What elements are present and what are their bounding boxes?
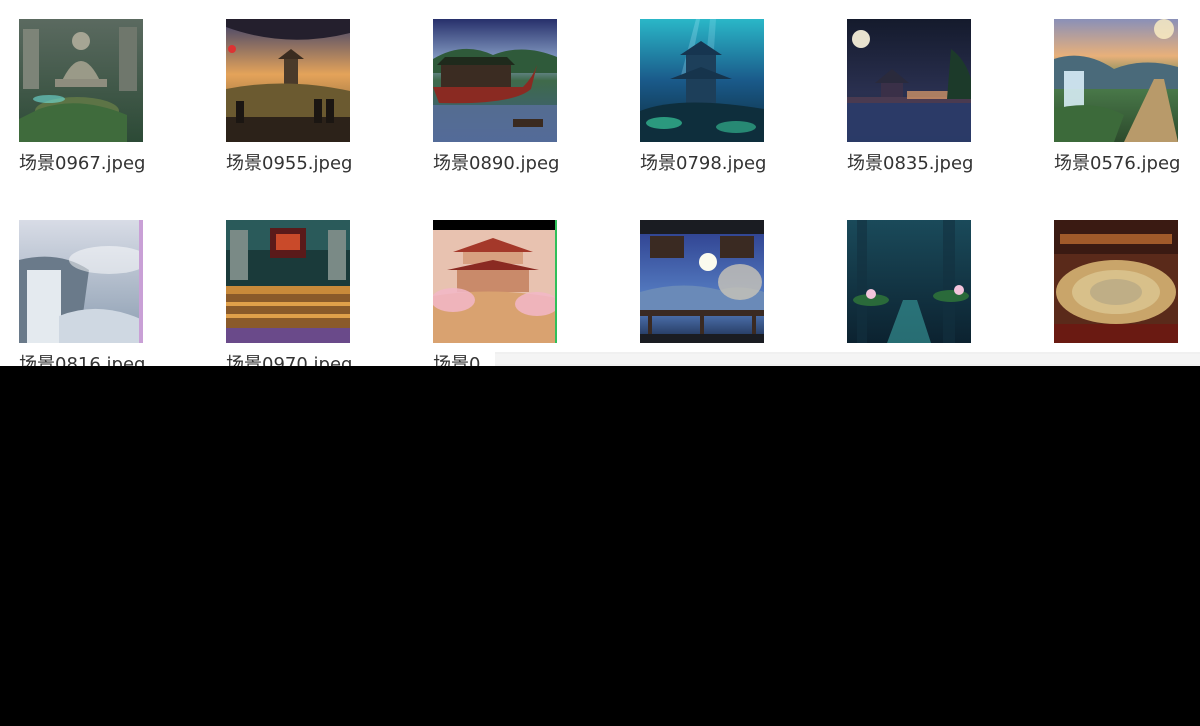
dragon-boat-thumbnail[interactable]	[433, 19, 557, 142]
file-name-label[interactable]: 场景0798.jpeg	[640, 153, 766, 175]
file-name-label[interactable]: 场景0955.jpeg	[226, 153, 352, 175]
buddha-statue-thumbnail[interactable]	[19, 19, 143, 142]
file-name-label[interactable]: 场景0816.jpeg	[19, 354, 145, 366]
circular-arena-icon	[1054, 220, 1178, 343]
dragon-boat-icon	[433, 19, 557, 142]
night-pavilion-thumbnail[interactable]	[847, 19, 971, 142]
file-name-label[interactable]: 场景0835.jpeg	[847, 153, 973, 175]
scrollbar-thumb[interactable]	[495, 354, 1200, 364]
blank-region	[0, 366, 1200, 726]
file-item[interactable]: 场景0798.jpeg	[621, 0, 781, 174]
file-item[interactable]: 场景0955.jpeg	[207, 0, 367, 174]
throne-hall-thumbnail[interactable]	[226, 220, 350, 343]
moon-balcony-icon	[640, 220, 764, 343]
misty-waterfall-thumbnail[interactable]	[19, 220, 143, 343]
file-item[interactable]: 场景0835.jpeg	[828, 0, 988, 174]
file-item[interactable]: 场景0…	[414, 201, 574, 366]
pink-pagoda-thumbnail[interactable]	[433, 220, 557, 343]
file-item[interactable]	[828, 201, 988, 361]
file-name-label[interactable]: 场景0890.jpeg	[433, 153, 559, 175]
lotus-pond-icon	[847, 220, 971, 343]
file-item[interactable]: 场景0576.jpeg	[1035, 0, 1195, 174]
file-item[interactable]: 场景0967.jpeg	[0, 0, 160, 174]
file-name-label[interactable]: 场景0967.jpeg	[19, 153, 145, 175]
palace-sunset-icon	[226, 19, 350, 142]
underwater-palace-icon	[640, 19, 764, 142]
lotus-pond-thumbnail[interactable]	[847, 220, 971, 343]
night-pavilion-icon	[847, 19, 971, 142]
horizontal-scrollbar[interactable]	[495, 352, 1200, 366]
palace-sunset-thumbnail[interactable]	[226, 19, 350, 142]
file-name-label[interactable]: 场景0…	[433, 354, 498, 366]
file-item[interactable]: 场景0970.jpeg	[207, 201, 367, 366]
throne-hall-icon	[226, 220, 350, 343]
file-explorer-view: 场景0967.jpeg 场景0955.jpeg 场景0890.jpeg 场景07…	[0, 0, 1200, 366]
file-name-label[interactable]: 场景0576.jpeg	[1054, 153, 1180, 175]
buddha-statue-icon	[19, 19, 143, 142]
file-item[interactable]	[621, 201, 781, 361]
file-item[interactable]	[1035, 201, 1195, 361]
pink-pagoda-icon	[433, 220, 557, 343]
file-item[interactable]: 场景0816.jpeg	[0, 201, 160, 366]
underwater-palace-thumbnail[interactable]	[640, 19, 764, 142]
file-item[interactable]: 场景0890.jpeg	[414, 0, 574, 174]
waterfall-path-thumbnail[interactable]	[1054, 19, 1178, 142]
moon-balcony-thumbnail[interactable]	[640, 220, 764, 343]
misty-waterfall-icon	[19, 220, 143, 343]
file-name-label[interactable]: 场景0970.jpeg	[226, 354, 352, 366]
circular-arena-thumbnail[interactable]	[1054, 220, 1178, 343]
waterfall-path-icon	[1054, 19, 1178, 142]
